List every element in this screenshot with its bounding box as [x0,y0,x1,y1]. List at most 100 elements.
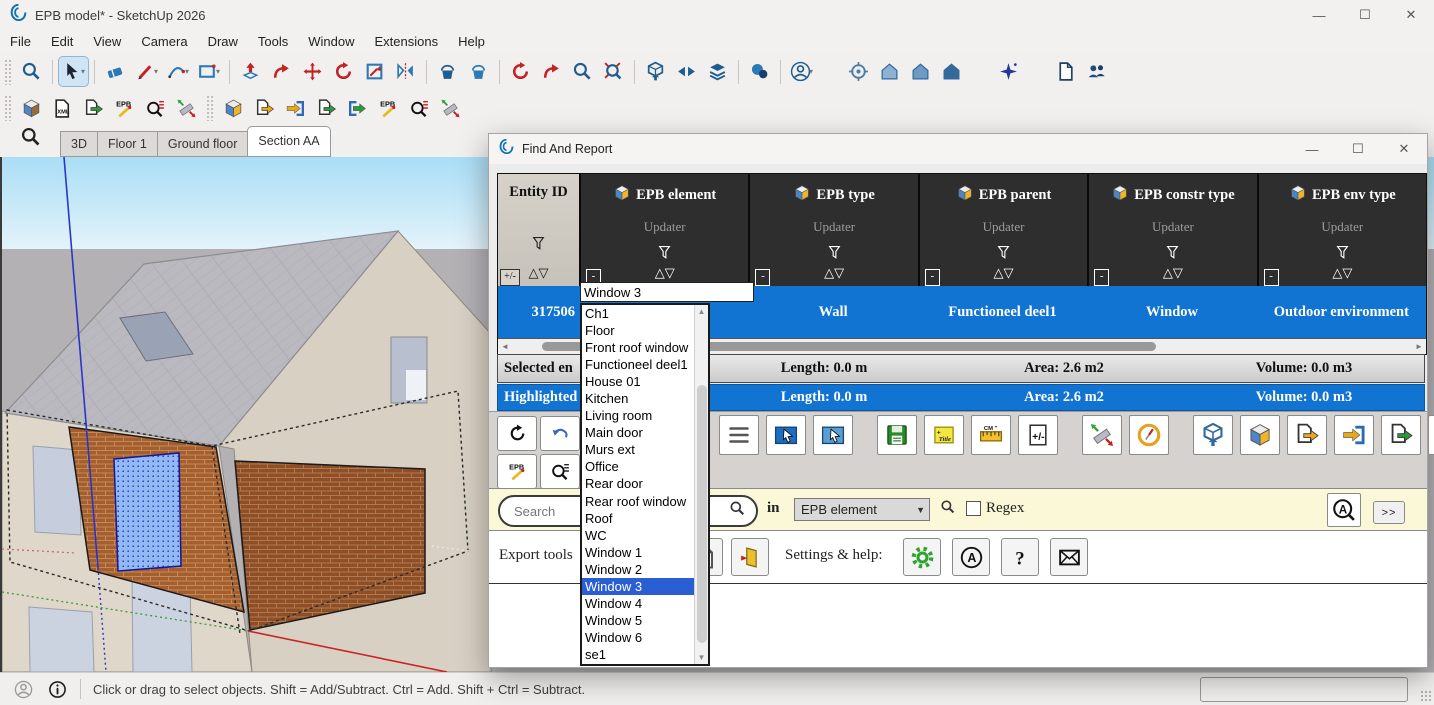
xml-export-icon[interactable] [79,94,108,123]
selected-window[interactable] [114,453,181,571]
new-file-icon[interactable] [1051,57,1080,86]
select-highlight-icon[interactable] [766,415,806,455]
doc-export-green-icon[interactable] [312,94,341,123]
account-icon[interactable]: ▾ [787,57,816,86]
cell-epb-env-type[interactable]: Outdoor environment [1257,304,1426,321]
dialog-minimize-button[interactable]: — [1289,134,1335,164]
dialog-close-button[interactable]: ✕ [1381,134,1427,164]
select-tool-icon[interactable]: ▾ [59,57,88,86]
filter-funnel-icon[interactable] [996,244,1011,266]
settings-gear-icon[interactable] [903,538,941,576]
section-cut-icon[interactable] [906,57,935,86]
menu-item[interactable]: Help [448,32,495,51]
pushpull-tool-icon[interactable] [236,57,265,86]
remove-filter-button[interactable]: - [925,269,940,286]
annotation-icon[interactable] [952,538,990,576]
scroll-right-icon[interactable]: ► [1412,339,1426,353]
sort-arrows[interactable]: △▽ [581,265,748,281]
section-fill-icon[interactable] [937,57,966,86]
cell-entity-id[interactable]: 317506 [498,304,579,321]
epb-element-dropdown-list[interactable]: Ch1FloorFront roof windowFunctioneel dee… [580,303,710,666]
sandbox-flip-icon[interactable] [672,57,701,86]
menu-item[interactable]: Extensions [365,32,449,51]
dialog-titlebar[interactable]: Find And Report — ☐ ✕ [489,134,1427,164]
scroll-down-icon[interactable]: ▼ [695,651,708,664]
remove-filter-button[interactable]: - [755,269,770,286]
epb-measure-icon[interactable] [172,94,201,123]
deselect-highlight-icon[interactable] [813,415,853,455]
scale-tool-icon[interactable] [360,57,389,86]
filter-funnel-icon[interactable] [1335,244,1350,266]
zoom-tool-icon[interactable] [568,57,597,86]
get-models-icon[interactable] [641,57,670,86]
dropdown-item[interactable]: Window 2 [582,561,708,578]
mirror-tool-icon[interactable] [391,57,420,86]
followme-tool-icon[interactable] [267,57,296,86]
zoom-extents-icon[interactable] [599,57,628,86]
geolocation-icon[interactable] [12,678,34,700]
report-import-icon[interactable] [281,94,310,123]
menu-item[interactable]: Camera [131,32,197,51]
dropdown-caret-icon[interactable]: ▾ [154,67,158,76]
scene-tab[interactable]: Section AA [247,126,330,157]
scroll-left-icon[interactable]: ◄ [498,339,512,353]
sort-arrows[interactable]: △▽ [1089,265,1256,281]
dropdown-item[interactable]: Rear roof window [582,493,708,510]
epb-measure2-icon[interactable] [436,94,465,123]
info-icon[interactable] [46,678,68,700]
remove-filter-button[interactable]: - [1094,269,1109,286]
epb-inspect-icon[interactable] [141,94,170,123]
chat-icon[interactable] [745,57,774,86]
help-icon[interactable] [1001,538,1039,576]
dropdown-item[interactable]: Office [582,458,708,475]
maximize-button[interactable]: ☐ [1342,0,1388,30]
components-swap-icon[interactable] [1193,415,1233,455]
zoom-window-icon[interactable] [17,57,46,86]
menu-item[interactable]: Tools [248,32,298,51]
dropdown-item[interactable]: Window 3 [582,578,708,595]
mail-icon[interactable] [1050,538,1088,576]
pan-tool-icon[interactable] [537,57,566,86]
scene-tab[interactable]: Floor 1 [97,131,157,157]
collaborate-icon[interactable] [1082,57,1111,86]
column-header-entity-id[interactable]: Entity ID △▽ +/- [498,174,579,286]
epb-find-icon[interactable] [540,454,580,489]
dropdown-caret-icon[interactable]: ▾ [216,67,220,76]
menu-item[interactable]: View [83,32,131,51]
dropdown-item[interactable]: Floor [582,322,708,339]
arc-tool-icon[interactable]: ▾ [163,57,192,86]
epb-element-combo-input[interactable] [580,282,754,302]
dropdown-caret-icon[interactable]: ▾ [809,67,813,76]
column-header-epb-type[interactable]: EPB type Updater △▽ - [748,174,917,286]
menu-item[interactable]: File [0,32,41,51]
expand-button[interactable]: >> [1373,501,1405,524]
freehand-tool-icon[interactable]: ▾ [132,57,161,86]
scroll-up-icon[interactable]: ▲ [695,305,708,318]
ai-assist-icon[interactable] [994,57,1023,86]
menu-item[interactable]: Draw [198,32,248,51]
move-tool-icon[interactable] [298,57,327,86]
remove-filter-button[interactable]: - [1264,269,1279,286]
dropdown-item[interactable]: Ch1 [582,305,708,322]
scrollbar-thumb[interactable] [697,385,707,643]
dropdown-item[interactable]: Kitchen [582,390,708,407]
dropdown-item[interactable]: WC [582,527,708,544]
dropdown-item[interactable]: Functioneel deel1 [582,356,708,373]
dropdown-item[interactable]: Window 5 [582,612,708,629]
epb-edit-icon[interactable] [497,454,537,489]
epb-edit-icon[interactable] [374,94,403,123]
dropdown-item[interactable]: Main door [582,424,708,441]
paint-bucket-icon[interactable] [464,57,493,86]
dropdown-item[interactable]: Murs ext [582,441,708,458]
sort-arrows[interactable]: △▽ [920,265,1087,281]
eraser-tool-icon[interactable] [101,57,130,86]
filter-funnel-icon[interactable] [531,235,546,257]
menu-item[interactable]: Window [298,32,364,51]
sort-arrows[interactable]: △▽ [1259,265,1426,281]
minimize-button[interactable]: — [1296,0,1342,30]
dropdown-item[interactable]: se1 [582,646,708,663]
measurements-input[interactable] [1200,677,1408,702]
left-lower-window-2[interactable] [29,607,94,672]
report-export-icon[interactable] [1287,415,1327,455]
data-export-green-icon[interactable] [343,94,372,123]
